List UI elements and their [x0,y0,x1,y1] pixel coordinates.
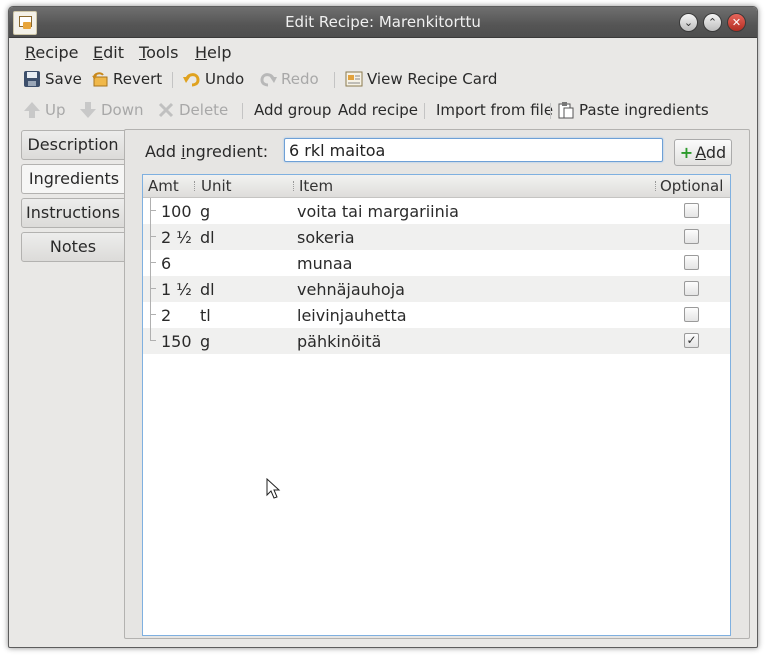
table-header: Amt Unit Item Optional [143,175,730,198]
cell-amt: 6 [161,254,172,273]
optional-checkbox[interactable] [684,229,699,244]
menu-tools[interactable]: Tools [139,43,178,62]
menu-help[interactable]: Help [195,43,231,62]
add-recipe-button[interactable]: Add recipe [338,101,418,119]
table-row[interactable]: 2 ½ dl sokeria [143,224,730,250]
table-row[interactable]: 1 ½ dl vehnäjauhoja [143,276,730,302]
tab-notes[interactable]: Notes [21,232,125,262]
ingredients-panel: Add ingredient: +Add Amt Unit Item Optio… [124,129,750,639]
cell-item: voita tai margariinia [297,202,459,221]
tree-line [150,276,157,302]
optional-checkbox[interactable] [684,307,699,322]
window-title: Edit Recipe: Marenkitorttu [285,13,481,31]
clipboard-icon [558,102,574,119]
optional-checkbox[interactable] [684,203,699,218]
revert-button[interactable]: Revert [91,70,162,88]
cell-unit: tl [200,306,211,325]
cell-unit: g [200,202,211,221]
optional-checkbox[interactable]: ✓ [684,333,699,348]
paste-ingredients-button[interactable]: Paste ingredients [557,101,709,119]
column-header-item[interactable]: Item [299,177,333,195]
menu-edit[interactable]: Edit [93,43,124,62]
import-from-file-button[interactable]: Import from file [436,101,553,119]
cell-unit: dl [200,228,215,247]
column-divider[interactable] [293,181,294,191]
plus-icon: + [679,143,694,162]
undo-button[interactable]: Undo [183,70,244,88]
tree-line [150,250,157,276]
save-button[interactable]: Save [23,70,82,88]
mouse-pointer-icon [266,478,281,499]
column-header-amt[interactable]: Amt [148,177,179,195]
save-icon [24,71,40,87]
redo-icon [260,73,277,87]
table-row[interactable]: 150 g pähkinöitä ✓ [143,328,730,354]
ingredients-table[interactable]: Amt Unit Item Optional 100 g voita tai m… [142,174,731,636]
tree-line [150,302,157,328]
menu-recipe[interactable]: Recipe [25,43,79,62]
column-header-optional[interactable]: Optional [660,177,723,195]
arrow-up-icon [24,102,40,118]
add-ingredient-input[interactable] [284,138,663,162]
title-bar[interactable]: Edit Recipe: Marenkitorttu ⌄ ⌃ ✕ [9,7,757,38]
cell-item: pähkinöitä [297,332,382,351]
cell-amt: 2 [161,306,172,325]
close-button[interactable]: ✕ [727,13,746,32]
delete-icon [158,102,174,118]
main-toolbar: Save Revert Undo Redo View Recipe Card [9,65,757,95]
cell-item: leivinjauhetta [297,306,407,325]
toolbar-separator [334,72,335,88]
cell-item: vehnäjauhoja [297,280,405,299]
move-up-button[interactable]: Up [23,101,66,119]
column-divider[interactable] [655,181,656,191]
add-ingredient-button[interactable]: + Add [674,139,732,166]
optional-checkbox[interactable] [684,281,699,296]
tree-line [150,224,157,250]
cell-unit: dl [200,280,215,299]
cell-amt: 2 ½ [161,228,192,247]
table-row[interactable]: 6 munaa [143,250,730,276]
recipe-editor-window: Edit Recipe: Marenkitorttu ⌄ ⌃ ✕ Recipe … [8,6,758,648]
column-divider[interactable] [194,181,195,191]
menu-bar: Recipe Edit Tools Help [9,38,757,66]
toolbar-separator [172,72,173,88]
tab-instructions[interactable]: Instructions [21,198,125,228]
cell-amt: 1 ½ [161,280,192,299]
cell-amt: 100 [161,202,192,221]
toolbar-separator [424,103,425,119]
tab-ingredients[interactable]: Ingredients [21,164,126,194]
minimize-button[interactable]: ⌄ [679,13,698,32]
view-recipe-card-button[interactable]: View Recipe Card [345,70,497,88]
maximize-button[interactable]: ⌃ [703,13,722,32]
move-down-button[interactable]: Down [79,101,144,119]
tree-line [150,328,157,341]
undo-icon [183,73,200,87]
table-row[interactable]: 100 g voita tai margariinia [143,198,730,224]
optional-checkbox[interactable] [684,255,699,270]
cell-item: sokeria [297,228,355,247]
cell-amt: 150 [161,332,192,351]
table-row[interactable]: 2 tl leivinjauhetta [143,302,730,328]
add-ingredient-label: Add ingredient: [145,142,269,161]
toolbar-separator [242,103,243,119]
cell-unit: g [200,332,211,351]
column-header-unit[interactable]: Unit [201,177,232,195]
arrow-down-icon [80,102,96,118]
revert-icon [92,72,108,87]
toolbar-separator [550,103,551,119]
add-group-button[interactable]: Add group [254,101,331,119]
tab-description[interactable]: Description [21,130,125,160]
ingredient-toolbar: Up Down Delete Add group Add recipe Impo… [9,96,757,126]
redo-button[interactable]: Redo [259,70,319,88]
cell-item: munaa [297,254,353,273]
delete-button[interactable]: Delete [157,101,228,119]
tree-line [150,198,157,224]
recipe-card-icon [345,71,363,87]
